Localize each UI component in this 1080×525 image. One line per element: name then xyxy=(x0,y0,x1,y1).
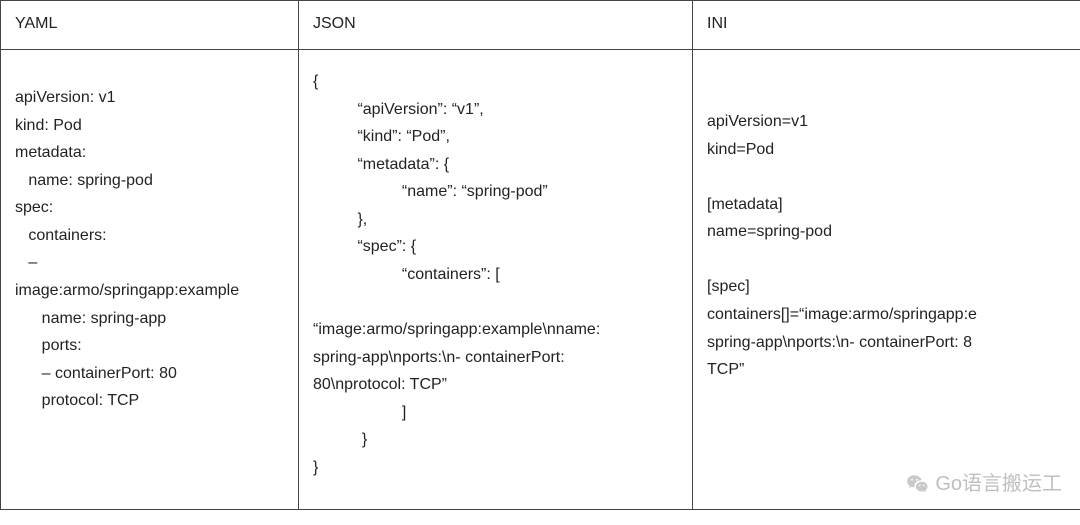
column-header-json: JSON xyxy=(299,1,693,50)
yaml-content: apiVersion: v1 kind: Pod metadata: name:… xyxy=(1,50,299,510)
comparison-table: YAML JSON INI apiVersion: v1 kind: Pod m… xyxy=(0,0,1080,510)
ini-content: apiVersion=v1 kind=Pod [metadata] name=s… xyxy=(693,50,1080,510)
json-content: { “apiVersion”: “v1”, “kind”: “Pod”, “me… xyxy=(299,50,693,510)
column-header-yaml: YAML xyxy=(1,1,299,50)
column-header-ini: INI xyxy=(693,1,1080,50)
